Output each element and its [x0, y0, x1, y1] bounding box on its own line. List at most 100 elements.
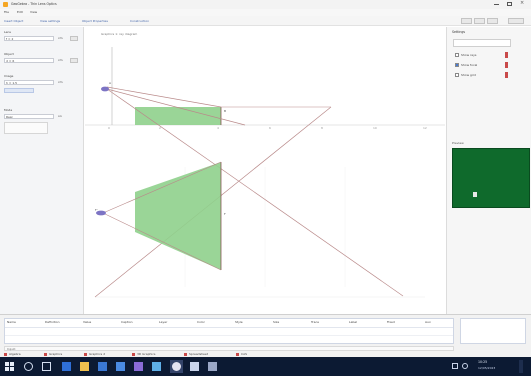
label-show-rays: Show rays — [461, 53, 477, 57]
menu-bar: File Edit View — [0, 9, 531, 16]
toolbar-object-properties[interactable]: Object Properties — [82, 20, 108, 23]
color-swatch-grid[interactable] — [505, 72, 508, 78]
toolbar-redo-button[interactable] — [474, 18, 485, 24]
checkbox-show-grid[interactable] — [455, 73, 459, 77]
search-icon[interactable] — [24, 362, 33, 371]
tag-algebra[interactable]: Algebra — [9, 353, 21, 356]
tick-label-8: 8 — [321, 126, 323, 130]
tag-dot — [236, 353, 239, 356]
lens-toggle-button[interactable] — [70, 36, 78, 41]
tick-label-0: 0 — [108, 126, 110, 130]
column-header-style: Style — [235, 320, 243, 324]
tray-network-icon[interactable] — [452, 363, 458, 369]
toolbar-insert[interactable]: Insert Object — [4, 20, 23, 23]
toolbar-zoom-button[interactable] — [487, 18, 498, 24]
section-heading: Image — [4, 74, 14, 78]
toolbar-undo-button[interactable] — [461, 18, 472, 24]
close-icon[interactable]: × — [518, 1, 527, 7]
field-suffix: on — [58, 114, 62, 118]
taskbar-app-geogebra-active[interactable] — [170, 360, 183, 373]
tag-graphics[interactable]: Graphics — [49, 353, 62, 356]
tick-label-4: 4 — [217, 126, 219, 130]
geogebra-icon — [172, 362, 181, 371]
algebra-section-image: Image h = 1.5 cm — [4, 74, 80, 93]
mode-list-box[interactable] — [4, 122, 48, 134]
table-divider — [5, 327, 453, 328]
settings-title: Settings — [452, 30, 466, 34]
color-swatch-rays[interactable] — [505, 52, 508, 58]
column-header-label: Label — [349, 320, 358, 324]
checkbox-show-focal[interactable] — [455, 63, 459, 67]
menu-item-view[interactable]: View — [30, 11, 37, 14]
field-text: h = 1.5 — [6, 81, 18, 85]
menu-item-edit[interactable]: Edit — [17, 11, 23, 14]
start-windows-icon[interactable] — [5, 362, 14, 371]
task-view-icon[interactable] — [42, 362, 51, 371]
lens-value-field[interactable]: f = 2 — [4, 36, 54, 41]
settings-search-field[interactable] — [453, 39, 511, 47]
column-header-color: Color — [197, 320, 205, 324]
point-label-b: B — [224, 109, 227, 113]
algebra-section-object: Object d = 6 cm — [4, 52, 80, 63]
spreadsheet-table[interactable]: Name Definition Value Caption Layer Colo… — [4, 318, 454, 344]
taskbar-app-store-icon[interactable] — [116, 362, 125, 371]
menu-item-file[interactable]: File — [4, 11, 9, 14]
checkbox-show-rays[interactable] — [455, 53, 459, 57]
ray-diagram — [85, 47, 445, 298]
taskbar-app-mail-icon[interactable] — [98, 362, 107, 371]
column-header-trace: Trace — [311, 320, 319, 324]
toolbar-view-settings[interactable]: View settings — [40, 20, 60, 23]
show-desktop-button[interactable] — [519, 360, 523, 373]
column-header-layer: Layer — [159, 320, 168, 324]
taskbar-app-settings-icon[interactable] — [190, 362, 199, 371]
label-show-grid: Show grid — [461, 73, 476, 77]
point-label-f: F — [224, 212, 226, 216]
image-value-field[interactable]: h = 1.5 — [4, 80, 54, 85]
point-label-f-prime: F' — [95, 208, 98, 212]
preview-figure — [473, 192, 477, 197]
preview-canvas[interactable] — [452, 148, 530, 208]
object-value-field[interactable]: d = 6 — [4, 58, 54, 63]
field-suffix: cm — [58, 36, 63, 40]
settings-panel: Settings Show rays Show focal Show grid … — [446, 27, 531, 314]
spreadsheet-strip: Name Definition Value Caption Layer Colo… — [0, 314, 531, 357]
image-selected-chip[interactable] — [4, 88, 34, 93]
taskbar-app-browser-icon[interactable] — [62, 362, 71, 371]
toolbar-menu-button[interactable] — [508, 18, 524, 24]
object-toggle-button[interactable] — [70, 58, 78, 63]
tag-spreadsheet[interactable]: Spreadsheet — [189, 353, 208, 356]
spreadsheet-side-panel[interactable] — [460, 318, 526, 344]
tag-dot — [184, 353, 187, 356]
tag-cas[interactable]: CAS — [241, 353, 247, 356]
tag-graphics-2[interactable]: Graphics 2 — [89, 353, 105, 356]
graphics-canvas[interactable]: Graphics 1: ray diagram 0 2 4 6 8 10 12 … — [85, 27, 445, 314]
field-suffix: cm — [58, 80, 63, 84]
column-header-name: Name — [7, 320, 16, 324]
input-bar[interactable]: Input: — [4, 346, 454, 351]
tag-3d-graphics[interactable]: 3D Graphics — [137, 353, 155, 356]
lens-trapezoid — [135, 162, 221, 270]
object-point-top — [101, 86, 109, 92]
tag-dot — [44, 353, 47, 356]
taskbar-app-pen-icon[interactable] — [208, 362, 217, 371]
minimize-icon[interactable] — [492, 2, 501, 7]
taskbar-app-photos-icon[interactable] — [134, 362, 143, 371]
tray-volume-icon[interactable] — [462, 363, 468, 369]
tag-dot — [4, 353, 7, 356]
preview-label: Preview — [452, 141, 464, 145]
field-text: d = 6 — [6, 59, 15, 63]
taskbar-app-media-icon[interactable] — [152, 362, 161, 371]
column-header-aux: Aux — [425, 320, 431, 324]
section-heading: Object — [4, 52, 14, 56]
clock-date[interactable]: 12/05/2023 — [478, 367, 495, 370]
color-swatch-focal[interactable] — [505, 62, 508, 68]
field-text: Real — [6, 115, 13, 119]
taskbar-app-folder-icon[interactable] — [80, 362, 89, 371]
mode-value-field[interactable]: Real — [4, 114, 54, 119]
toolbar-construction[interactable]: Construction — [130, 20, 149, 23]
label-show-focal: Show focal — [461, 63, 478, 67]
clock-time[interactable]: 10:25 — [478, 360, 487, 364]
column-header-definition: Definition — [45, 320, 60, 324]
algebra-section-lens: Lens f = 2 cm — [4, 31, 80, 41]
maximize-icon[interactable] — [505, 2, 514, 7]
